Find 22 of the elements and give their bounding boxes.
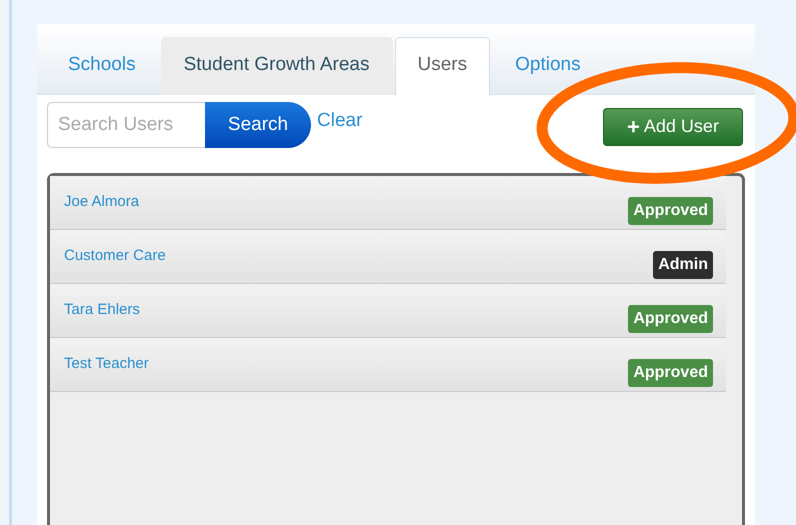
status-badge: Approved: [628, 305, 713, 333]
user-name-link[interactable]: Joe Almora: [64, 191, 140, 214]
tab[interactable]: Student Growth Areas: [160, 37, 392, 95]
add-user-button[interactable]: + Add User: [603, 108, 743, 146]
tab[interactable]: Schools: [45, 37, 159, 95]
button-label: Add User: [644, 115, 719, 138]
tab[interactable]: Users: [394, 37, 490, 96]
tab[interactable]: Options: [492, 37, 604, 95]
status-badge: Admin: [653, 251, 713, 279]
user-row[interactable]: Tara Ehlers Approved: [50, 284, 726, 338]
user-name-link[interactable]: Tara Ehlers: [64, 299, 140, 322]
status-badge: Approved: [628, 197, 713, 225]
user-row[interactable]: Joe Almora Approved: [50, 176, 726, 230]
clear-link[interactable]: Clear: [317, 106, 362, 136]
user-row[interactable]: Customer Care Admin: [50, 230, 726, 284]
user-row[interactable]: Test Teacher Approved: [50, 338, 726, 392]
plus-icon: +: [627, 116, 640, 138]
search-field[interactable]: Search Users: [47, 102, 205, 148]
user-name-link[interactable]: Test Teacher: [64, 353, 149, 376]
status-badge: Approved: [628, 359, 713, 387]
search-button[interactable]: Search: [205, 102, 311, 148]
user-name-link[interactable]: Customer Care: [64, 245, 166, 268]
